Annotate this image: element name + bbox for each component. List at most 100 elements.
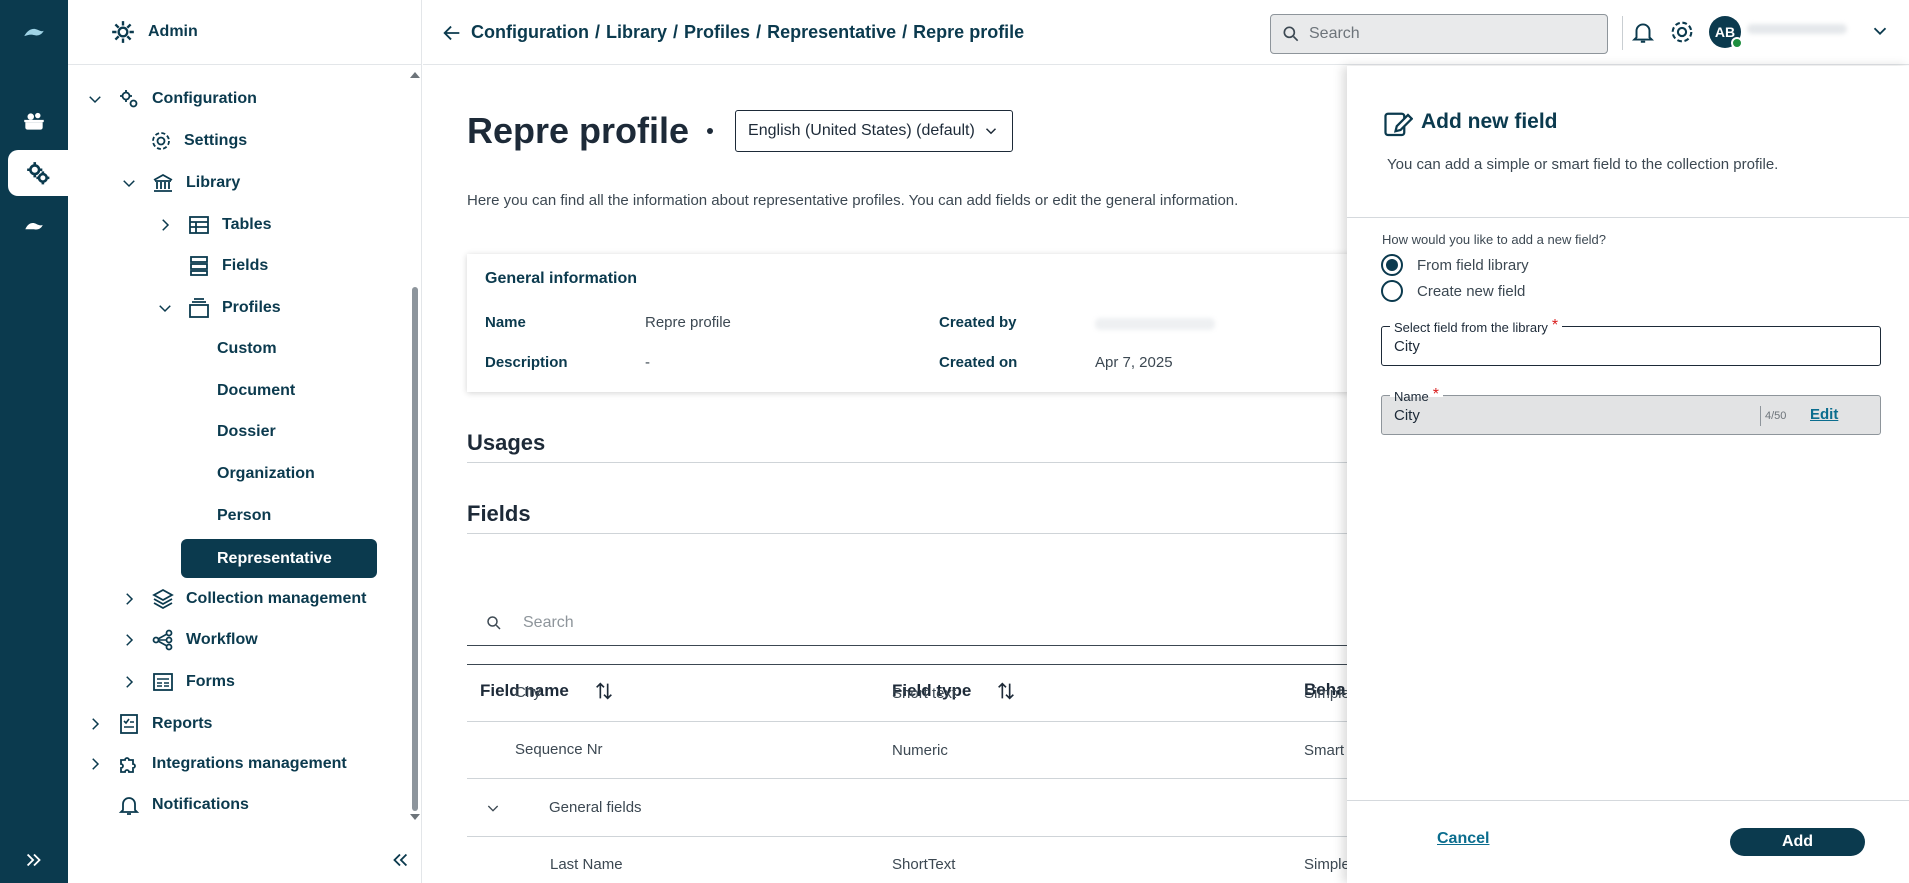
- add-button[interactable]: Add: [1730, 828, 1865, 856]
- sidebar-item-integrations-management[interactable]: Integrations management: [84, 746, 347, 782]
- table-group-name[interactable]: General fields: [549, 799, 642, 816]
- sidebar-item-library[interactable]: Library: [118, 165, 240, 201]
- fields-search[interactable]: [467, 600, 1347, 646]
- library-icon: [150, 170, 176, 196]
- fields-heading: Fields: [467, 501, 531, 526]
- sidebar-scrollbar[interactable]: [412, 287, 418, 811]
- settings-gear-icon[interactable]: [1666, 16, 1698, 48]
- notifications-bell-icon[interactable]: [1627, 16, 1659, 48]
- field-name-input: Name * City 4/50 Edit: [1381, 386, 1881, 435]
- sidebar-item-label: Organization: [217, 465, 315, 482]
- column-header-field-name[interactable]: Field name: [480, 680, 615, 702]
- table-icon: [186, 212, 212, 238]
- table-row-divider: [467, 778, 1347, 779]
- sidebar-item-forms[interactable]: Forms: [118, 664, 235, 700]
- chevron-right-icon[interactable]: [84, 753, 106, 775]
- chevron-right-icon[interactable]: [154, 214, 176, 236]
- add-field-drawer: Add new field You can add a simple or sm…: [1347, 66, 1909, 883]
- collection-icon[interactable]: [0, 98, 68, 144]
- sidebar-item-fields[interactable]: Fields: [186, 248, 268, 284]
- fields-icon: [186, 253, 212, 279]
- configuration-icon: [116, 86, 142, 112]
- table-cell-name[interactable]: Sequence Nr: [515, 741, 603, 758]
- main-content: Repre profile English (United States) (d…: [423, 66, 1347, 883]
- sidebar-item-tables[interactable]: Tables: [154, 207, 272, 243]
- cloud-icon[interactable]: [0, 203, 68, 249]
- sidebar-item-label: Library: [186, 174, 241, 191]
- sidebar-item-reports[interactable]: Reports: [84, 706, 212, 742]
- gear-icon: [148, 128, 174, 154]
- table-row-divider: [467, 721, 1347, 722]
- table-header-divider: [467, 664, 1347, 665]
- breadcrumb-representative[interactable]: Representative: [767, 22, 896, 43]
- sidebar-item-notifications[interactable]: Notifications: [116, 787, 249, 823]
- expand-rail-icon[interactable]: [22, 848, 46, 872]
- chevron-down-icon[interactable]: [118, 172, 140, 194]
- fields-divider: [467, 533, 1347, 534]
- library-field-select[interactable]: Select field from the library * City: [1381, 317, 1881, 366]
- usages-heading[interactable]: Usages: [467, 430, 545, 456]
- scroll-down-icon[interactable]: [408, 812, 422, 822]
- created-on-label: Created on: [939, 354, 1018, 371]
- chevron-right-icon[interactable]: [118, 629, 140, 651]
- general-information-title: General information: [485, 270, 638, 287]
- cancel-button[interactable]: Cancel: [1437, 830, 1489, 848]
- table-cell-type: Short text: [892, 685, 957, 702]
- breadcrumb-configuration[interactable]: Configuration: [471, 22, 589, 43]
- sort-icon[interactable]: [995, 680, 1017, 702]
- chevron-right-icon[interactable]: [118, 588, 140, 610]
- breadcrumb-separator: /: [673, 22, 679, 42]
- radio-button[interactable]: [1381, 280, 1403, 302]
- chevron-down-icon[interactable]: [154, 297, 176, 319]
- language-select[interactable]: English (United States) (default): [735, 110, 1014, 152]
- sidebar-item-dossier[interactable]: Dossier: [217, 414, 276, 450]
- sidebar-item-custom[interactable]: Custom: [217, 331, 277, 367]
- edit-name-link[interactable]: Edit: [1810, 406, 1838, 423]
- chevron-down-icon[interactable]: [84, 88, 106, 110]
- breadcrumb-separator: /: [594, 22, 600, 42]
- admin-settings-icon[interactable]: [8, 150, 68, 196]
- online-status-badge: [1731, 37, 1743, 49]
- sidebar-item-label: Workflow: [186, 631, 258, 648]
- chevron-right-icon[interactable]: [118, 671, 140, 693]
- sidebar-item-collection-management[interactable]: Collection management: [118, 581, 366, 617]
- sidebar-item-workflow[interactable]: Workflow: [118, 622, 258, 658]
- sidebar-item-label: Configuration: [152, 90, 257, 107]
- sidebar-item-profiles[interactable]: Profiles: [154, 290, 281, 326]
- sidebar-item-document[interactable]: Document: [217, 373, 295, 409]
- collapse-sidebar-icon[interactable]: [388, 848, 412, 872]
- sidebar-item-label: Dossier: [217, 423, 276, 440]
- global-search-input[interactable]: [1309, 25, 1589, 43]
- profiles-icon: [186, 295, 212, 321]
- sidebar-item-label: Collection management: [186, 590, 367, 607]
- chevron-down-icon[interactable]: [485, 800, 501, 816]
- radio-create-new-field[interactable]: Create new field: [1381, 280, 1525, 302]
- global-search[interactable]: [1270, 14, 1608, 54]
- sidebar-item-organization[interactable]: Organization: [217, 456, 315, 492]
- fields-search-input[interactable]: [523, 613, 1123, 632]
- breadcrumb-separator: /: [902, 22, 908, 42]
- radio-button-selected[interactable]: [1381, 254, 1403, 276]
- back-arrow-icon[interactable]: [441, 22, 463, 44]
- sort-icon[interactable]: [593, 680, 615, 702]
- breadcrumb-profiles[interactable]: Profiles: [684, 22, 750, 43]
- usages-divider: [467, 462, 1347, 463]
- chevron-right-icon[interactable]: [84, 713, 106, 735]
- edit-field-icon: [1384, 112, 1413, 137]
- sidebar-item-settings[interactable]: Settings: [148, 123, 247, 159]
- scroll-up-icon[interactable]: [408, 70, 422, 80]
- sidebar-item-label: Integrations management: [152, 755, 347, 772]
- sidebar-item-configuration[interactable]: Configuration: [84, 81, 257, 117]
- created-by-value-blurred: [1095, 318, 1215, 330]
- table-cell-name[interactable]: Last Name: [550, 856, 623, 873]
- table-cell-name[interactable]: City: [515, 684, 541, 701]
- puzzle-icon: [116, 751, 142, 777]
- chevron-down-icon[interactable]: [1869, 20, 1891, 42]
- app-logo-icon[interactable]: [0, 11, 68, 57]
- breadcrumb-library[interactable]: Library: [606, 22, 667, 43]
- radio-from-field-library[interactable]: From field library: [1381, 254, 1529, 276]
- sidebar-item-person[interactable]: Person: [217, 498, 271, 534]
- drawer-footer-divider: [1347, 800, 1909, 801]
- sidebar-item-representative[interactable]: Representative: [181, 539, 377, 578]
- sidebar-item-label: Custom: [217, 340, 277, 357]
